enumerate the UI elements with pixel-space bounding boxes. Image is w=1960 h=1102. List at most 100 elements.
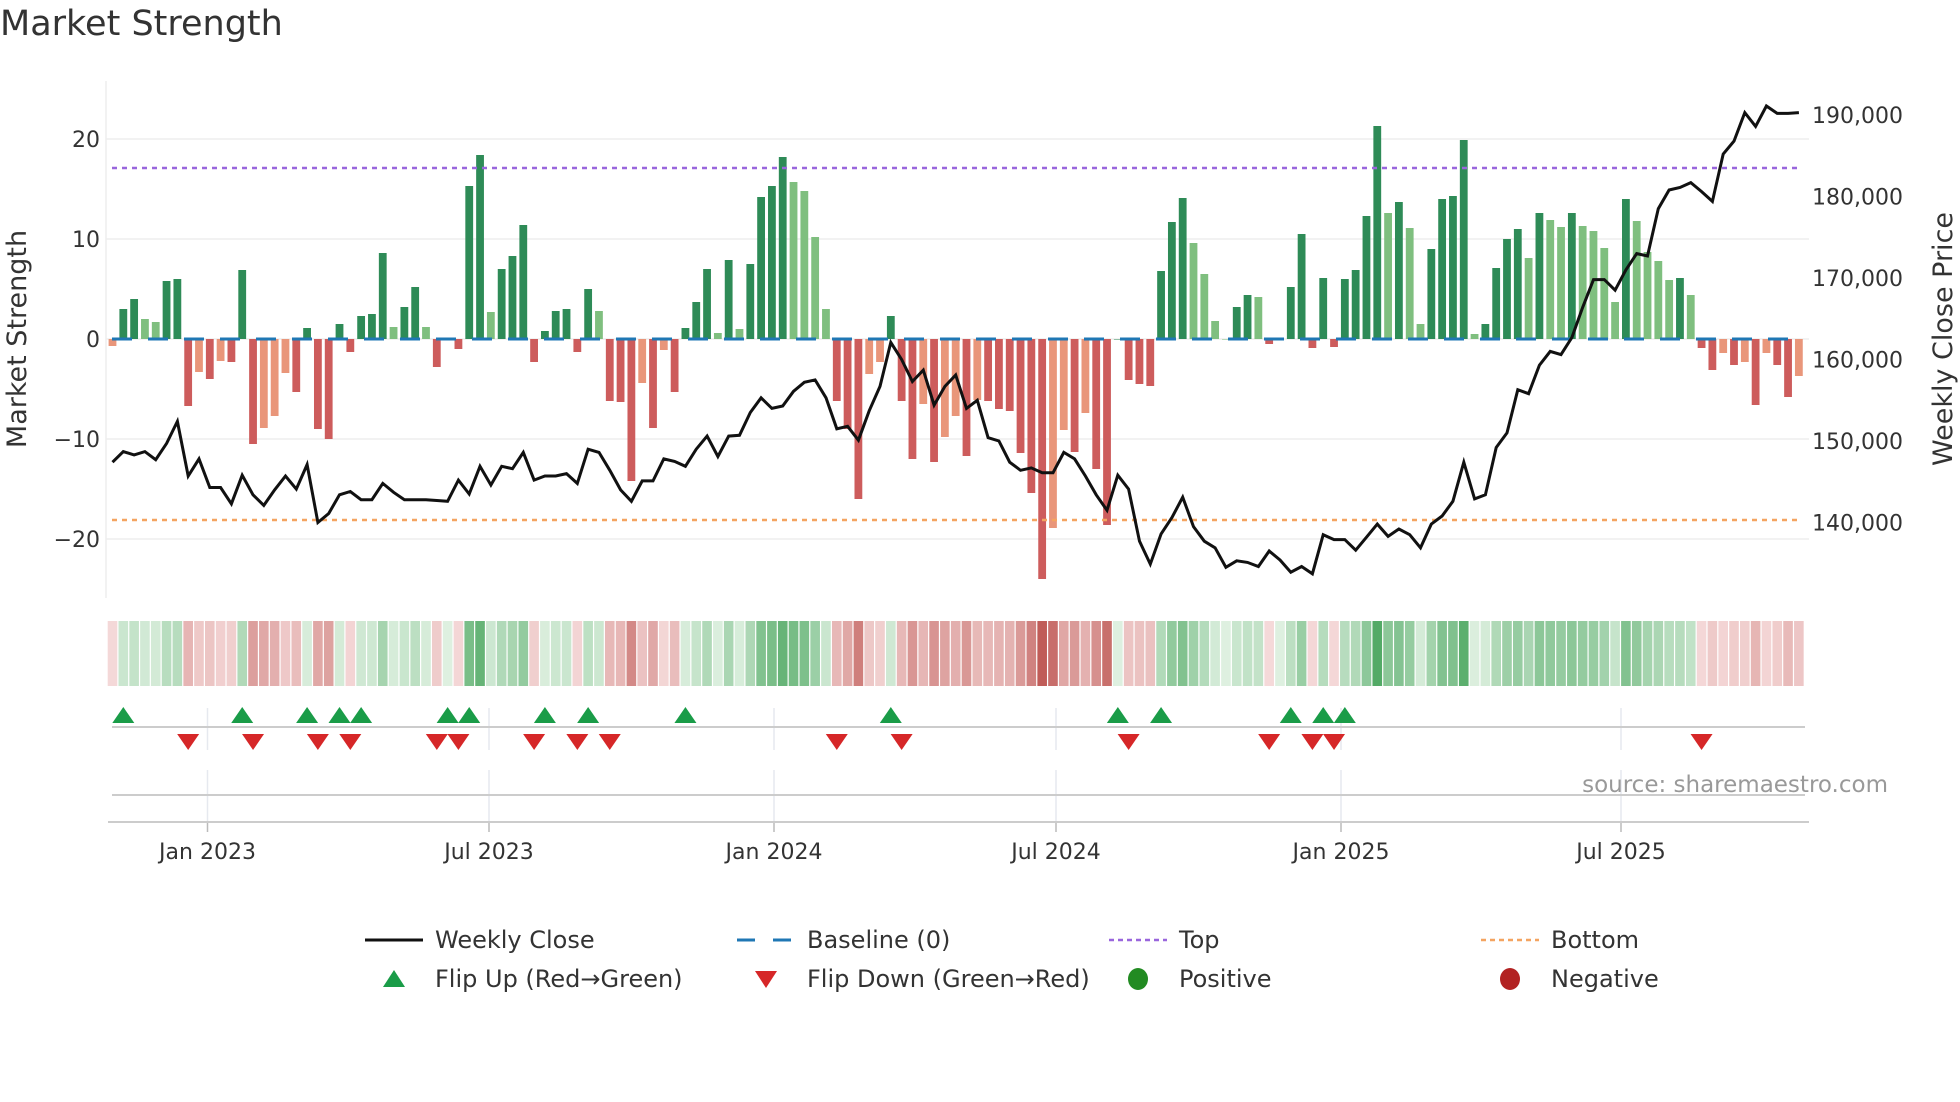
legend-label: Positive [1179, 965, 1272, 993]
flip-down-marker [1690, 734, 1713, 750]
strength-bar [1427, 249, 1436, 339]
heatmap-cell [1048, 621, 1058, 686]
heatmap-cell [1577, 621, 1588, 686]
x-tick-label: Jul 2023 [442, 840, 534, 865]
flip-up-marker [350, 707, 373, 723]
x-tick-label: Jan 2023 [157, 840, 256, 865]
strength-bar [1092, 339, 1101, 469]
flip-up-marker [436, 707, 459, 723]
strength-bar [141, 319, 149, 339]
strength-bar [897, 339, 906, 401]
strength-bar [1405, 228, 1414, 339]
strength-bar [378, 253, 387, 339]
flip-up-marker [1279, 707, 1302, 723]
flip-up-marker [879, 707, 902, 723]
strength-bar [703, 269, 711, 339]
heatmap-cell [1696, 621, 1707, 686]
heatmap-cell [1015, 621, 1026, 686]
strength-bar [789, 182, 798, 339]
strength-bar [995, 339, 1003, 409]
heatmap-cell [1426, 621, 1437, 686]
strength-bar [1611, 302, 1619, 339]
strength-bar [1751, 339, 1760, 405]
strength-bar [1373, 126, 1382, 339]
heatmap-cell [421, 621, 431, 686]
strength-bar [584, 289, 593, 339]
heatmap-cell [1448, 621, 1458, 686]
strength-bar [1254, 297, 1263, 339]
heatmap-cell [615, 621, 626, 686]
heatmap-cell [1296, 621, 1307, 686]
flip-down-marker [1258, 734, 1281, 750]
heatmap-cell [1329, 621, 1339, 686]
strength-bar [335, 324, 344, 339]
strength-bar [1600, 248, 1609, 339]
strength-bar [1578, 226, 1587, 339]
heatmap-cell [1004, 621, 1015, 686]
strength-bar [1167, 222, 1176, 339]
heatmap-cell [1383, 621, 1393, 686]
strength-bar [551, 311, 560, 339]
strength-bar [865, 339, 874, 374]
strength-bar [1524, 258, 1533, 339]
strength-bar [573, 339, 582, 352]
strength-bar [595, 311, 603, 339]
strength-bar [1762, 339, 1771, 353]
heatmap-cell [1123, 621, 1134, 686]
flip-up-marker [112, 707, 135, 723]
heatmap-cell [940, 621, 950, 686]
heatmap-cell [1794, 621, 1804, 686]
strength-bar [1784, 339, 1792, 397]
strength-bar [1676, 278, 1684, 339]
heatmap-cell [594, 621, 604, 686]
strength-bar [670, 339, 679, 392]
heatmap-cell [950, 621, 961, 686]
strength-bar [1157, 271, 1165, 339]
heatmap-cell [1210, 621, 1220, 686]
heatmap-cell [1080, 621, 1091, 686]
strength-bar [1340, 279, 1349, 339]
strength-bar [1070, 339, 1079, 452]
heatmap-cell [302, 621, 312, 686]
heatmap-cell [1750, 621, 1761, 686]
strength-bar [1513, 229, 1522, 339]
heatmap-cell [1502, 621, 1512, 686]
heatmap-cell [637, 621, 647, 686]
heatmap-cell [248, 621, 258, 686]
legend-item: Positive [1128, 965, 1272, 993]
y-axis-title: Market Strength [2, 230, 33, 448]
heatmap-cell [1567, 621, 1577, 686]
flip-up-marker [231, 707, 254, 723]
legend-item: Baseline (0) [737, 926, 950, 954]
strength-bar [811, 237, 820, 339]
heatmap-cell [853, 621, 864, 686]
heatmap-cell [1113, 621, 1123, 686]
heatmap-cell [777, 621, 788, 686]
heatmap-cell [215, 621, 226, 686]
strength-bar [1319, 278, 1328, 339]
flip-down-marker [598, 734, 621, 750]
strength-bar [1719, 339, 1728, 353]
heatmap-cell [972, 621, 983, 686]
heatmap-cell [140, 621, 150, 686]
heatmap-cell [1307, 621, 1318, 686]
heatmap-cell [540, 621, 550, 686]
legend-label: Top [1178, 926, 1220, 954]
strength-bar [1232, 307, 1241, 339]
heatmap-cell [1718, 621, 1728, 686]
heatmap-cell [1167, 621, 1177, 686]
heatmap-cell [1221, 621, 1231, 686]
heatmap-cell [918, 621, 929, 686]
strength-bar [746, 264, 755, 339]
strength-bar [1459, 140, 1468, 339]
heatmap-cell [1177, 621, 1188, 686]
strength-bar [757, 197, 765, 339]
heatmap-cell [1534, 621, 1545, 686]
flip-up-marker [458, 707, 481, 723]
strength-bar [1384, 213, 1392, 339]
strength-bar [119, 309, 128, 339]
strength-bar [519, 225, 528, 339]
heatmap-cell [280, 621, 291, 686]
heatmap-cell [648, 621, 658, 686]
strength-bar [1049, 339, 1057, 528]
